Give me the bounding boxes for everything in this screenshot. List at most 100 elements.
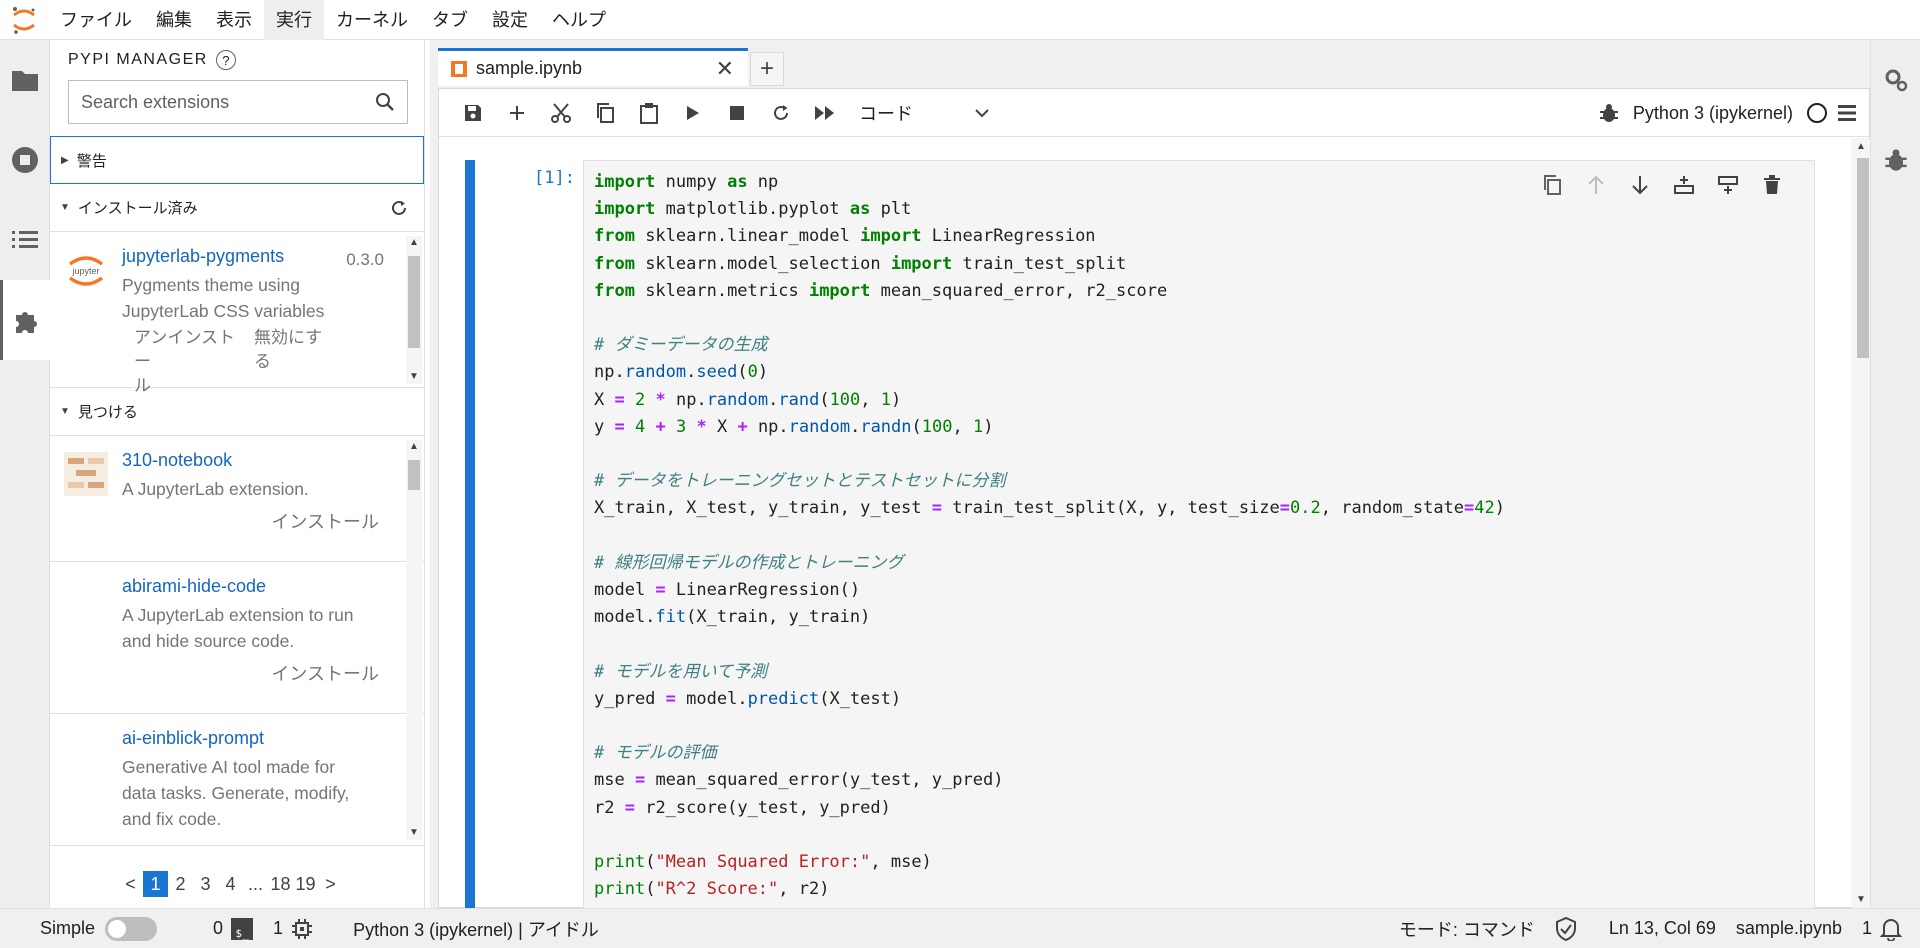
scrollbar-track[interactable]: ▲ ▼ xyxy=(1853,138,1869,909)
search-input[interactable] xyxy=(81,91,375,113)
restart-button[interactable] xyxy=(759,93,803,133)
menu-tabs[interactable]: タブ xyxy=(420,0,480,40)
code-cell[interactable]: [1]: import numpy as np import matplotlib… xyxy=(465,160,1841,909)
installed-section-header[interactable]: ▼ インストール済み xyxy=(50,184,424,232)
page-3[interactable]: 3 xyxy=(193,874,218,895)
notebook-scrollbar[interactable]: ▲ ▼ xyxy=(1851,138,1871,909)
interrupt-button[interactable] xyxy=(715,93,759,133)
file-browser-tab[interactable] xyxy=(0,40,50,120)
insert-cell-button[interactable] xyxy=(495,93,539,133)
installed-list: jupyter jupyterlab-pygments 0.3.0 Pygmen… xyxy=(50,232,424,395)
scroll-down-icon[interactable]: ▼ xyxy=(406,826,422,840)
menu-bar: ファイル 編集 表示 実行 カーネル タブ 設定 ヘルプ xyxy=(0,0,1920,40)
move-up-button[interactable] xyxy=(1574,169,1618,201)
refresh-icon[interactable] xyxy=(390,199,408,217)
table-of-contents-tab[interactable] xyxy=(0,200,50,280)
page-1[interactable]: 1 xyxy=(143,871,168,897)
cell-collapser[interactable] xyxy=(465,160,475,909)
extension-name[interactable]: ai-einblick-prompt xyxy=(122,726,424,750)
move-down-button[interactable] xyxy=(1618,169,1662,201)
install-button[interactable]: インストール xyxy=(122,660,424,694)
code-line: print("R^2 Score:", r2) xyxy=(594,879,830,900)
run-button[interactable] xyxy=(671,93,715,133)
copy-button[interactable] xyxy=(583,93,627,133)
extension-icon xyxy=(15,312,37,333)
property-inspector-tab[interactable] xyxy=(1871,40,1920,120)
scroll-down-icon[interactable]: ▼ xyxy=(1853,893,1869,907)
page-2[interactable]: 2 xyxy=(168,874,193,895)
code-line: mse = mean_squared_error(y_test, y_pred) xyxy=(594,770,1004,791)
scrollbar-thumb[interactable] xyxy=(408,256,420,348)
scroll-up-icon[interactable]: ▲ xyxy=(406,440,422,454)
close-icon[interactable]: ✕ xyxy=(716,56,734,82)
menu-run[interactable]: 実行 xyxy=(264,0,324,40)
running-sessions-tab[interactable] xyxy=(0,120,50,200)
installed-scrollbar[interactable]: ▲ ▼ xyxy=(406,236,422,384)
scroll-down-icon[interactable]: ▼ xyxy=(406,370,422,384)
page-19[interactable]: 19 xyxy=(293,874,318,895)
simple-mode-toggle[interactable] xyxy=(105,916,158,941)
warnings-section-header[interactable]: ▶ 警告 xyxy=(50,136,424,184)
discover-scrollbar[interactable]: ▲ ▼ xyxy=(406,440,422,840)
chip-icon xyxy=(292,918,313,939)
code-line: X_train, X_test, y_train, y_test = train… xyxy=(594,498,1506,519)
tab-sample-ipynb[interactable]: sample.ipynb ✕ xyxy=(438,48,748,86)
page-18[interactable]: 18 xyxy=(268,874,293,895)
menu-file[interactable]: ファイル xyxy=(48,0,144,40)
duplicate-cell-button[interactable] xyxy=(1530,169,1574,201)
terminals-status[interactable]: 0 $_ xyxy=(167,917,263,940)
menu-kernel[interactable]: カーネル xyxy=(324,0,420,40)
disable-button[interactable]: 無効にす る xyxy=(242,326,362,398)
scrollbar-thumb[interactable] xyxy=(408,460,420,490)
bug-icon[interactable] xyxy=(1599,102,1619,124)
pagination: < 1 2 3 4 ... 18 19 > xyxy=(50,868,424,900)
menu-edit[interactable]: 編集 xyxy=(144,0,204,40)
uninstall-button[interactable]: アンインストー ル xyxy=(122,326,242,398)
help-icon[interactable]: ? xyxy=(215,50,236,70)
install-button[interactable]: インストール xyxy=(122,508,424,542)
extension-manager-tab[interactable] xyxy=(0,280,50,360)
kernels-count: 1 xyxy=(273,918,284,938)
menu-settings[interactable]: 設定 xyxy=(480,0,540,40)
delete-cell-button[interactable] xyxy=(1750,169,1794,201)
save-button[interactable] xyxy=(451,93,495,133)
insert-above-button[interactable] xyxy=(1662,169,1706,201)
notifications-button[interactable] xyxy=(1876,917,1920,941)
pagination-next[interactable]: > xyxy=(318,874,343,895)
menu-icon[interactable] xyxy=(1837,104,1857,122)
pagination-prev[interactable]: < xyxy=(118,874,143,895)
fast-forward-icon xyxy=(815,105,834,120)
kernels-status[interactable]: 1 xyxy=(263,918,323,940)
scroll-up-icon[interactable]: ▲ xyxy=(1853,140,1869,154)
code-editor[interactable]: import numpy as np import matplotlib.pypl… xyxy=(583,160,1815,909)
desc-line: JupyterLab CSS variables xyxy=(122,301,325,321)
menu-view[interactable]: 表示 xyxy=(204,0,264,40)
menu-help[interactable]: ヘルプ xyxy=(540,0,618,40)
new-tab-button[interactable]: + xyxy=(750,52,784,86)
paste-icon xyxy=(640,102,658,124)
code-line: import matplotlib.pyplot as plt xyxy=(594,199,912,220)
code-text[interactable]: import numpy as np import matplotlib.pypl… xyxy=(594,169,1505,903)
desc-line: and hide source code. xyxy=(122,631,295,651)
kernel-name[interactable]: Python 3 (ipykernel) xyxy=(1633,103,1793,124)
extension-name[interactable]: 310-notebook xyxy=(122,448,424,472)
code-line: # 線形回帰モデルの作成とトレーニング xyxy=(594,552,904,573)
scrollbar-thumb[interactable] xyxy=(1857,158,1869,358)
code-line: from sklearn.model_selection import trai… xyxy=(594,253,1127,274)
caret-down-icon: ▼ xyxy=(60,406,70,417)
scroll-up-icon[interactable]: ▲ xyxy=(406,236,422,250)
cell-type-dropdown[interactable]: コード xyxy=(859,100,989,126)
cut-button[interactable] xyxy=(539,93,583,133)
cursor-position[interactable]: Ln 13, Col 69 xyxy=(1587,918,1726,939)
kernel-status[interactable]: Python 3 (ipykernel) | アイドル xyxy=(323,916,609,942)
page-4[interactable]: 4 xyxy=(218,874,243,895)
paste-button[interactable] xyxy=(627,93,671,133)
stop-icon xyxy=(730,105,744,120)
trusted-status[interactable] xyxy=(1545,916,1587,941)
notification-count[interactable]: 1 xyxy=(1852,918,1876,939)
debugger-tab[interactable] xyxy=(1871,120,1920,200)
restart-run-all-button[interactable] xyxy=(803,93,847,133)
extension-name[interactable]: abirami-hide-code xyxy=(122,574,424,598)
insert-below-button[interactable] xyxy=(1706,169,1750,201)
